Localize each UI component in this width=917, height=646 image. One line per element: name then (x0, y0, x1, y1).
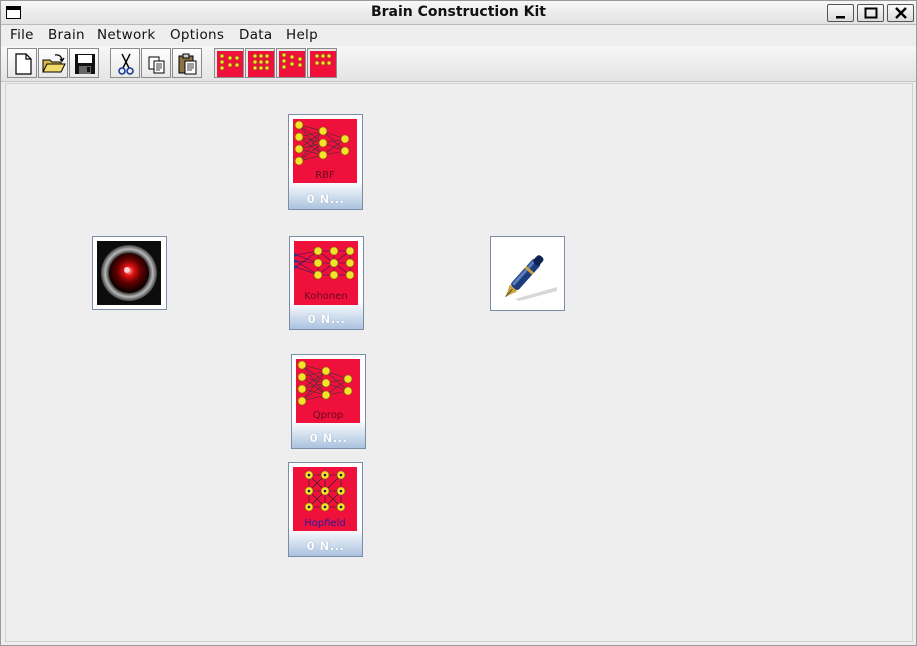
new-button[interactable] (7, 48, 37, 78)
kohonen-network-icon: Kohonen (294, 241, 358, 305)
toolbar (1, 46, 916, 82)
save-button[interactable] (69, 48, 99, 78)
hopfield-network-node[interactable]: Hopfield 0 N... (288, 462, 363, 557)
brain-workspace[interactable]: RBF 0 N... Kohonen 0 N... Qprop 0 N... H… (5, 83, 913, 642)
kohonen-label: Kohonen (304, 291, 347, 302)
maximize-button[interactable] (857, 4, 884, 22)
new-file-icon (15, 53, 32, 75)
open-button[interactable] (38, 48, 68, 78)
hopfield-network-icon (310, 51, 336, 77)
menu-file[interactable]: File (10, 27, 34, 43)
hopfield-caption: 0 N... (306, 539, 345, 553)
hopfield-network-icon: Hopfield (293, 467, 357, 531)
hopfield-label: Hopfield (304, 518, 346, 529)
add-kohonen-button[interactable] (245, 48, 275, 78)
qprop-network-icon: Qprop (296, 359, 360, 423)
fountain-pen-icon (495, 241, 559, 305)
robot-eye-node[interactable] (92, 236, 167, 310)
open-folder-icon (42, 54, 66, 73)
add-rbf-button[interactable] (214, 48, 244, 78)
title-bar[interactable]: Brain Construction Kit (1, 1, 916, 25)
save-disk-icon (75, 54, 95, 74)
paste-icon (178, 53, 197, 75)
menu-network[interactable]: Network (97, 27, 155, 43)
add-hopfield-button[interactable] (307, 48, 337, 78)
window-title: Brain Construction Kit (370, 4, 546, 20)
kohonen-network-icon (248, 51, 274, 77)
qprop-label: Qprop (313, 410, 344, 421)
rbf-caption: 0 N... (306, 192, 345, 206)
menu-brain[interactable]: Brain (48, 27, 85, 43)
minimize-button[interactable] (827, 4, 854, 22)
rbf-network-node[interactable]: RBF 0 N... (288, 114, 363, 210)
qprop-network-node[interactable]: Qprop 0 N... (291, 354, 366, 449)
kohonen-caption: 0 N... (307, 312, 346, 326)
menu-data[interactable]: Data (239, 27, 272, 43)
menu-bar: File Brain Network Options Data Help (1, 26, 916, 46)
app-window: Brain Construction Kit File Brain Networ… (0, 0, 917, 646)
rbf-label: RBF (315, 170, 335, 181)
pen-output-node[interactable] (490, 236, 565, 311)
cut-button[interactable] (110, 48, 140, 78)
kohonen-network-node[interactable]: Kohonen 0 N... (289, 236, 364, 330)
qprop-network-icon (279, 51, 305, 77)
rbf-network-icon: RBF (293, 119, 357, 183)
copy-icon (148, 56, 165, 74)
menu-options[interactable]: Options (170, 27, 224, 43)
qprop-caption: 0 N... (309, 431, 348, 445)
menu-help[interactable]: Help (286, 27, 318, 43)
scissors-icon (118, 53, 134, 75)
copy-button[interactable] (141, 48, 171, 78)
close-button[interactable] (887, 4, 914, 22)
add-qprop-button[interactable] (276, 48, 306, 78)
robot-eye-icon (97, 241, 161, 305)
rbf-network-icon (217, 51, 243, 77)
paste-button[interactable] (172, 48, 202, 78)
